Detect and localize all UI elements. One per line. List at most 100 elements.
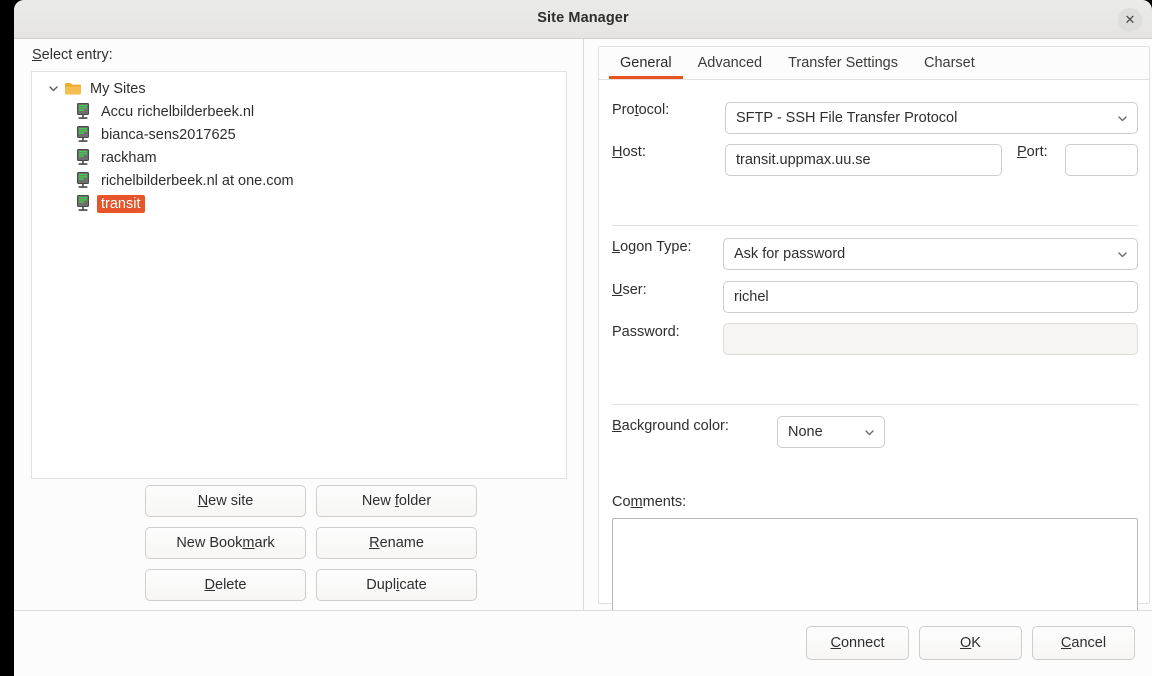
tree-item-label: rackham: [101, 149, 157, 166]
user-input[interactable]: [723, 281, 1138, 313]
tab-label: Charset: [923, 55, 975, 71]
new-bookmark-button[interactable]: New Bookmark: [145, 527, 306, 559]
port-label-rest: ort:: [1026, 144, 1048, 160]
background-color-value: None: [788, 424, 823, 440]
folder-icon: [64, 77, 86, 100]
delete-button[interactable]: Delete: [145, 569, 306, 601]
password-row: Password:: [612, 324, 680, 340]
server-icon: [75, 146, 97, 169]
tab-label: Transfer Settings: [788, 55, 898, 71]
button-label: OK: [960, 635, 981, 651]
protocol-label: Protocol:: [612, 102, 670, 118]
button-label: Duplicate: [366, 577, 427, 593]
chevron-down-icon: [1116, 112, 1129, 125]
site-manager-dialog: Site Manager ✕ Select entry: My Sites Ac…: [14, 0, 1152, 676]
tree-item-richelbilderbeek-nl-at-one-com[interactable]: richelbilderbeek.nl at one.com: [32, 169, 566, 192]
password-input: [723, 323, 1138, 355]
tree-item-transit[interactable]: transit: [32, 192, 566, 215]
footer-buttons: Connect OK Cancel: [806, 626, 1135, 660]
tree-item-rackham[interactable]: rackham: [32, 146, 566, 169]
server-icon: [75, 123, 97, 146]
left-pane: Select entry: My Sites Accu richelbilder…: [14, 39, 584, 610]
page-title: Site Manager: [537, 10, 629, 26]
button-label: Cancel: [1060, 635, 1107, 651]
port-label: Port:: [1017, 144, 1048, 160]
tree-item-label: My Sites: [90, 80, 146, 97]
button-label: Rename: [369, 535, 424, 551]
tree-item-label: richelbilderbeek.nl at one.com: [101, 172, 294, 189]
tab-label: General: [620, 55, 672, 71]
tab-general[interactable]: General: [607, 51, 685, 79]
settings-notebook: General Advanced Transfer Settings Charset …: [598, 46, 1150, 640]
close-icon[interactable]: ✕: [1118, 8, 1142, 32]
protocol-label-b: ocol:: [638, 102, 670, 118]
password-label: Password:: [612, 324, 680, 340]
logon-type-value: Ask for password: [734, 246, 846, 262]
protocol-label-a: Pro: [612, 102, 635, 118]
separator-1: [612, 225, 1138, 226]
comments-label-b: ments:: [642, 494, 687, 510]
host-label-rest: ost:: [622, 144, 646, 160]
tree-item-accu-richelbilderbeek-nl[interactable]: Accu richelbilderbeek.nl: [32, 100, 566, 123]
button-label: Delete: [204, 577, 247, 593]
comments-label: Comments:: [612, 494, 687, 510]
button-label: Connect: [830, 635, 885, 651]
server-icon: [75, 100, 97, 123]
button-label: New folder: [361, 493, 432, 509]
general-tab-panel: Protocol: SFTP - SSH File Transfer Proto…: [599, 80, 1149, 640]
site-action-buttons: New site New folder New Bookmark Rename Dele…: [145, 485, 477, 601]
titlebar: Site Manager ✕: [14, 0, 1152, 39]
cancel-button[interactable]: Cancel: [1032, 626, 1135, 660]
host-row: Host:: [612, 144, 646, 160]
tab-charset[interactable]: Charset: [911, 51, 988, 79]
protocol-value: SFTP - SSH File Transfer Protocol: [736, 110, 958, 126]
button-label: New site: [197, 493, 254, 509]
background-color-select[interactable]: None: [777, 416, 885, 448]
site-tree[interactable]: My Sites Accu richelbilderbeek.nl bianca-…: [31, 71, 567, 479]
tree-children: Accu richelbilderbeek.nl bianca-sens20176…: [32, 100, 566, 215]
tab-bar: General Advanced Transfer Settings Charset: [599, 47, 1149, 80]
background-color-label-rest: ackground color:: [621, 418, 729, 434]
dialog-footer: Connect OK Cancel: [14, 610, 1152, 676]
host-label: Host:: [612, 144, 646, 160]
server-icon: [75, 169, 97, 192]
background-color-label: Background color:: [612, 418, 729, 434]
logon-type-row: Logon Type:: [612, 239, 692, 255]
comments-label-a: Co: [612, 494, 631, 510]
tree-item-label: transit: [97, 194, 145, 213]
tab-transfer-settings[interactable]: Transfer Settings: [775, 51, 911, 79]
port-input[interactable]: [1065, 144, 1138, 176]
connect-button[interactable]: Connect: [806, 626, 909, 660]
rename-button[interactable]: Rename: [316, 527, 477, 559]
ok-button[interactable]: OK: [919, 626, 1022, 660]
server-icon: [75, 192, 97, 215]
protocol-row: Protocol:: [612, 102, 725, 118]
chevron-down-icon: [1116, 248, 1129, 261]
logon-type-label-rest: ogon Type:: [620, 239, 692, 255]
button-label: New Bookmark: [176, 535, 275, 551]
dialog-body: Select entry: My Sites Accu richelbilder…: [14, 39, 1152, 676]
user-row: User:: [612, 282, 647, 298]
chevron-down-icon[interactable]: [42, 77, 64, 100]
separator-2: [612, 404, 1138, 405]
new-folder-button[interactable]: New folder: [316, 485, 477, 517]
background-color-row: Background color:: [612, 418, 729, 434]
tree-item-label: Accu richelbilderbeek.nl: [101, 103, 255, 120]
tab-advanced[interactable]: Advanced: [685, 51, 776, 79]
user-label-rest: ser:: [622, 282, 647, 298]
logon-type-select[interactable]: Ask for password: [723, 238, 1138, 270]
select-entry-label-rest: elect entry:: [41, 47, 113, 63]
user-label: User:: [612, 282, 647, 298]
host-input[interactable]: [725, 144, 1002, 176]
new-site-button[interactable]: New site: [145, 485, 306, 517]
port-row: Port:: [1017, 144, 1048, 160]
tree-item-bianca-sens2017625[interactable]: bianca-sens2017625: [32, 123, 566, 146]
logon-type-label: Logon Type:: [612, 239, 692, 255]
chevron-down-icon: [863, 426, 876, 439]
protocol-select[interactable]: SFTP - SSH File Transfer Protocol: [725, 102, 1138, 134]
tree-item-my-sites[interactable]: My Sites: [32, 77, 566, 100]
tree-item-label: bianca-sens2017625: [101, 126, 236, 143]
duplicate-button[interactable]: Duplicate: [316, 569, 477, 601]
right-pane: General Advanced Transfer Settings Charset …: [585, 39, 1152, 640]
tab-label: Advanced: [697, 55, 763, 71]
